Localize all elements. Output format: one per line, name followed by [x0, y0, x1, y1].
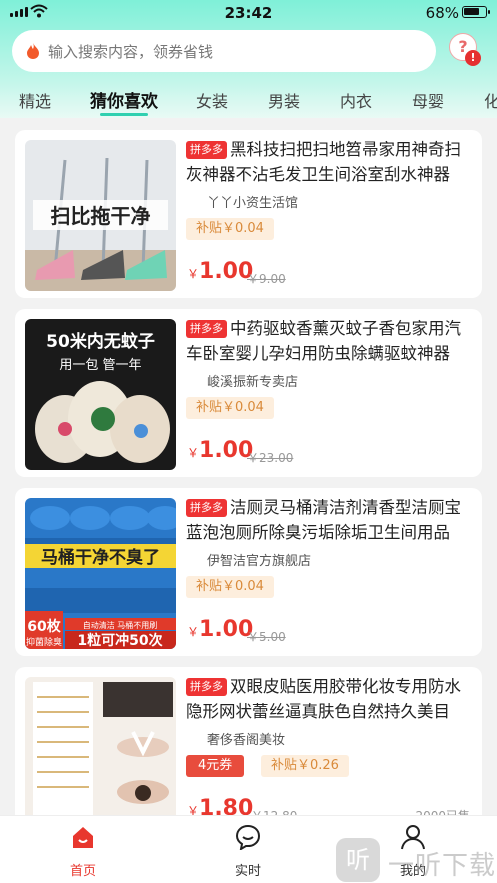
- original-price: ￥9.00: [247, 272, 286, 286]
- price: ￥1.00: [187, 259, 254, 284]
- home-icon: [73, 827, 93, 848]
- subsidy-tag: 补贴￥0.26: [261, 755, 349, 777]
- battery-percent: 68%: [425, 4, 459, 22]
- product-title: 黑科技扫把扫地笤帚家用神奇扫灰神器不沾毛发卫生间浴室刮水神器: [186, 140, 461, 184]
- platform-badge: 拼多多: [186, 141, 227, 159]
- subsidy-tag: 补贴￥0.04: [186, 397, 274, 419]
- nav-home-label: 首页: [69, 864, 96, 879]
- product-image: 马桶干净不臭了 60枚 抑菌除臭 自动清洁 马桶不用刷 1粒可冲50次: [25, 498, 176, 649]
- watermark: 听 一听下载: [336, 838, 496, 882]
- shop-name[interactable]: 奢侈香阁美妆: [207, 729, 285, 748]
- product-card[interactable]: 50米内无蚊子 用一包 管一年 中药驱蚊香薰灭蚊子香包家用汽车卧室婴儿孕妇用防虫…: [15, 309, 482, 477]
- product-image-caption: 扫比拖干净: [51, 204, 151, 228]
- tab-men[interactable]: 男装: [268, 88, 300, 112]
- svg-text:抑菌除臭: 抑菌除臭: [26, 636, 62, 648]
- chat-icon: [235, 824, 261, 850]
- help-button[interactable]: ? !: [449, 33, 483, 67]
- price: ￥1.00: [187, 438, 254, 463]
- product-card[interactable]: 双眼皮贴医用胶带化妆专用防水隐形网状蕾丝逼真肤色自然持久美目 拼多多 奢侈香阁美…: [15, 667, 482, 835]
- category-tabs: 精选 猜你喜欢 女装 男装 内衣 母婴 化: [0, 84, 497, 118]
- tab-underwear[interactable]: 内衣: [340, 88, 372, 112]
- active-tab-indicator: [100, 113, 148, 116]
- nav-live-label: 实时: [234, 864, 261, 879]
- svg-text:1粒可冲50次: 1粒可冲50次: [77, 632, 162, 649]
- svg-text:60枚: 60枚: [27, 618, 61, 635]
- shop-name[interactable]: 伊智洁官方旗舰店: [207, 550, 311, 569]
- tab-women[interactable]: 女装: [196, 88, 228, 112]
- shop-name[interactable]: 丫丫小资生活馆: [207, 192, 298, 211]
- tab-cosmetics[interactable]: 化: [484, 88, 497, 112]
- status-bar: 23:42 68%: [0, 0, 497, 26]
- watermark-logo-icon: 听: [336, 838, 380, 882]
- watermark-text: 一听下载: [388, 851, 497, 881]
- product-image-caption: 50米内无蚊子: [46, 331, 155, 352]
- tab-featured[interactable]: 精选: [19, 88, 51, 112]
- platform-badge: 拼多多: [186, 320, 227, 338]
- alert-icon: !: [465, 50, 481, 66]
- product-title: 中药驱蚊香薰灭蚊子香包家用汽车卧室婴儿孕妇用防虫除螨驱蚊神器: [186, 319, 461, 363]
- battery-icon: [462, 6, 490, 18]
- subsidy-tag: 补贴￥0.04: [186, 218, 274, 240]
- nav-home[interactable]: 首页: [43, 816, 123, 883]
- product-image-subcaption: 用一包 管一年: [59, 358, 141, 373]
- nav-live[interactable]: 实时: [208, 816, 288, 883]
- price: ￥1.00: [187, 617, 254, 642]
- platform-badge: 拼多多: [186, 678, 227, 696]
- search-bar[interactable]: 输入搜索内容，领券省钱: [12, 30, 436, 72]
- product-title: 洁厕灵马桶清洁剂清香型洁厕宝蓝泡泡厕所除臭污垢除垢卫生间用品: [186, 498, 461, 542]
- svg-text:自动清洁 马桶不用刷: 自动清洁 马桶不用刷: [83, 620, 158, 630]
- product-image: 扫比拖干净: [25, 140, 176, 291]
- search-placeholder: 输入搜索内容，领券省钱: [48, 42, 214, 61]
- status-time: 23:42: [224, 4, 273, 22]
- platform-badge: 拼多多: [186, 499, 227, 517]
- shop-name[interactable]: 峻溪振新专卖店: [207, 371, 298, 390]
- product-title: 双眼皮贴医用胶带化妆专用防水隐形网状蕾丝逼真肤色自然持久美目: [186, 677, 461, 721]
- product-image: [25, 677, 176, 828]
- original-price: ￥5.00: [247, 630, 286, 644]
- product-image-caption: 马桶干净不臭了: [41, 547, 160, 568]
- subsidy-tag: 补贴￥0.04: [186, 576, 274, 598]
- tab-guess-you-like[interactable]: 猜你喜欢: [90, 87, 158, 112]
- coupon-tag[interactable]: 4元券: [186, 755, 245, 777]
- flame-icon: [27, 43, 39, 59]
- product-image: 50米内无蚊子 用一包 管一年: [25, 319, 176, 470]
- product-card[interactable]: 扫比拖干净 黑科技扫把扫地笤帚家用神奇扫灰神器不沾毛发卫生间浴室刮水神器 拼多多…: [15, 130, 482, 298]
- original-price: ￥23.00: [247, 451, 294, 465]
- tab-baby[interactable]: 母婴: [412, 88, 444, 112]
- product-card[interactable]: 马桶干净不臭了 60枚 抑菌除臭 自动清洁 马桶不用刷 1粒可冲50次 洁厕灵马…: [15, 488, 482, 656]
